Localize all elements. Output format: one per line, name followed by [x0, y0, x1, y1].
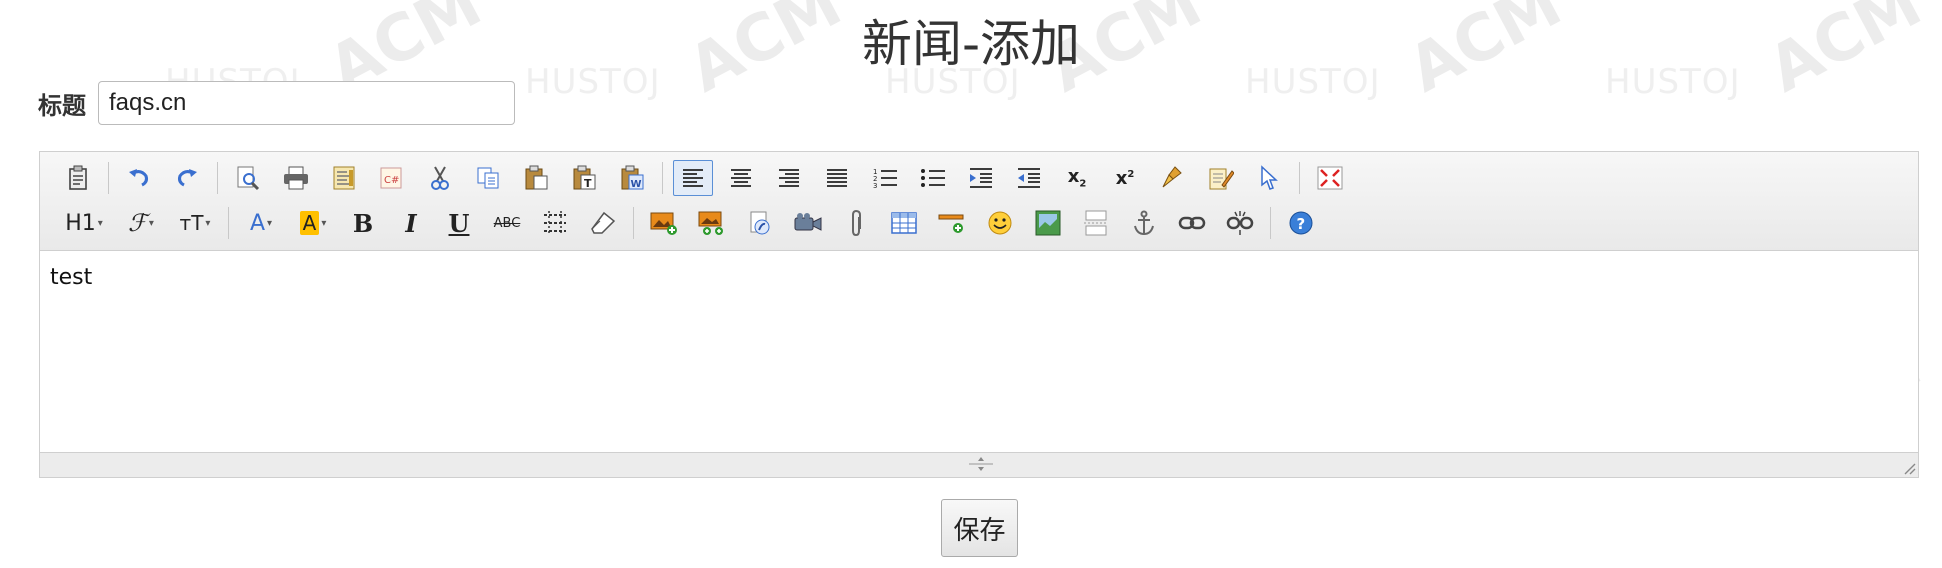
title-input[interactable] — [98, 81, 515, 125]
redo-icon[interactable] — [167, 160, 207, 196]
editor-toolbar: C# T W 1 2 3 x2 x2 H1 ▾ ℱ ▾ тT ▾ A ▾ A ▾… — [40, 152, 1918, 251]
toolbar-row-2: H1 ▾ ℱ ▾ тT ▾ A ▾ A ▾ B I U ABC ? — [54, 203, 1325, 243]
align-center-icon[interactable] — [721, 160, 761, 196]
font-family-dropdown[interactable]: ℱ ▾ — [118, 205, 164, 241]
svg-text:W: W — [631, 179, 642, 190]
editor-content-text: test — [50, 265, 93, 290]
chevron-down-icon: ▾ — [321, 217, 327, 229]
editor-statusbar — [40, 452, 1918, 477]
heading-label: H1 — [65, 210, 96, 236]
separator — [108, 162, 109, 194]
font-size-dropdown[interactable]: тT ▾ — [172, 205, 218, 241]
separator — [217, 162, 218, 194]
resize-grip-icon[interactable] — [966, 455, 996, 473]
ordered-list-icon[interactable]: 123 — [865, 160, 905, 196]
fullscreen-icon[interactable] — [1310, 160, 1350, 196]
bold-button[interactable]: B — [343, 205, 383, 241]
attachment-paperclip-icon[interactable] — [836, 205, 876, 241]
subscript-label: x — [1067, 166, 1080, 188]
editor-content-area[interactable]: test — [40, 251, 1918, 479]
indent-icon[interactable] — [961, 160, 1001, 196]
line-height-icon[interactable] — [535, 205, 575, 241]
preview-icon[interactable] — [228, 160, 268, 196]
insert-multi-image-icon[interactable] — [692, 205, 732, 241]
font-size-label: тT — [179, 211, 204, 235]
video-camera-icon[interactable] — [788, 205, 828, 241]
chevron-down-icon: ▾ — [148, 217, 154, 229]
help-icon[interactable]: ? — [1281, 205, 1321, 241]
separator — [228, 207, 229, 239]
svg-text:C#: C# — [384, 175, 399, 186]
chevron-down-icon: ▾ — [205, 217, 211, 229]
subscript-icon[interactable]: x2 — [1057, 160, 1097, 196]
underline-label: U — [448, 208, 470, 238]
select-all-cursor-icon[interactable] — [1249, 160, 1289, 196]
align-justify-icon[interactable] — [817, 160, 857, 196]
unlink-icon[interactable] — [1220, 205, 1260, 241]
highlight-color-dropdown[interactable]: A ▾ — [291, 205, 335, 241]
title-label: 标题 — [38, 92, 86, 120]
insert-code-icon[interactable]: C# — [372, 160, 412, 196]
font-family-label: ℱ — [128, 209, 147, 237]
font-color-dropdown[interactable]: A ▾ — [239, 205, 283, 241]
font-color-label: A — [249, 210, 266, 236]
paste-plaintext-icon[interactable]: T — [564, 160, 604, 196]
heading-dropdown[interactable]: H1 ▾ — [58, 205, 110, 241]
separator — [662, 162, 663, 194]
horizontal-rule-icon[interactable] — [932, 205, 972, 241]
superscript-icon[interactable]: x2 — [1105, 160, 1145, 196]
print-icon[interactable] — [276, 160, 316, 196]
toolbar-row-1: C# T W 1 2 3 x2 x2 — [54, 158, 1354, 198]
source-code-icon[interactable] — [58, 160, 98, 196]
underline-button[interactable]: U — [439, 205, 479, 241]
separator — [1270, 207, 1271, 239]
template-icon[interactable] — [324, 160, 364, 196]
highlight-color-label: A — [299, 211, 320, 235]
insert-image-icon[interactable] — [644, 205, 684, 241]
align-right-icon[interactable] — [769, 160, 809, 196]
chevron-down-icon: ▾ — [97, 217, 103, 229]
paste-icon[interactable] — [516, 160, 556, 196]
bold-label: B — [352, 208, 374, 238]
chevron-down-icon: ▾ — [267, 217, 273, 229]
copy-icon[interactable] — [468, 160, 508, 196]
separator — [633, 207, 634, 239]
anchor-icon[interactable] — [1124, 205, 1164, 241]
paste-word-icon[interactable]: W — [612, 160, 652, 196]
svg-text:T: T — [584, 177, 592, 190]
eraser-icon[interactable] — [583, 205, 623, 241]
unordered-list-icon[interactable] — [913, 160, 953, 196]
resize-corner-icon[interactable] — [1902, 461, 1916, 475]
undo-icon[interactable] — [119, 160, 159, 196]
quick-format-icon[interactable] — [1201, 160, 1241, 196]
flash-icon[interactable] — [740, 205, 780, 241]
strikethrough-button[interactable]: ABC — [487, 205, 527, 241]
separator — [1299, 162, 1300, 194]
insert-table-icon[interactable] — [884, 205, 924, 241]
svg-text:3: 3 — [873, 182, 877, 190]
rich-text-editor: C# T W 1 2 3 x2 x2 H1 ▾ ℱ ▾ тT ▾ A ▾ A ▾… — [39, 151, 1919, 478]
superscript-label: x — [1115, 167, 1128, 189]
italic-button[interactable]: I — [391, 205, 431, 241]
svg-text:?: ? — [1297, 215, 1306, 233]
page-title: 新闻-添加 — [861, 15, 1081, 73]
map-icon[interactable] — [1028, 205, 1068, 241]
save-button[interactable]: 保存 — [941, 499, 1018, 557]
outdent-icon[interactable] — [1009, 160, 1049, 196]
link-icon[interactable] — [1172, 205, 1212, 241]
cut-icon[interactable] — [420, 160, 460, 196]
align-left-icon[interactable] — [673, 160, 713, 196]
page-break-icon[interactable] — [1076, 205, 1116, 241]
emoticon-smiley-icon[interactable] — [980, 205, 1020, 241]
strikethrough-label: ABC — [493, 215, 521, 231]
italic-label: I — [405, 208, 417, 238]
clear-format-brush-icon[interactable] — [1153, 160, 1193, 196]
